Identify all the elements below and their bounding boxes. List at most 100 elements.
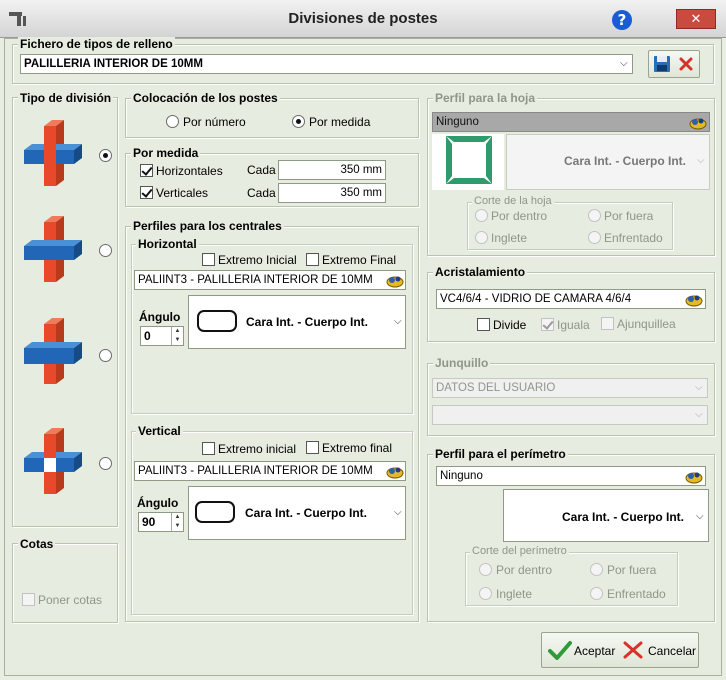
perfiles-centrales-legend: Perfiles para los centrales: [131, 219, 284, 233]
division-radio-4[interactable]: [99, 457, 112, 470]
check-icon: [548, 641, 572, 660]
chevron-down-icon[interactable]: ⌵: [697, 152, 705, 170]
h-profile-field[interactable]: PALIINT3 - PALILLERIA INTERIOR DE 10MM: [134, 270, 406, 290]
spin-up-icon[interactable]: ▲: [171, 327, 183, 336]
division-radio-3[interactable]: [99, 349, 112, 362]
horizontales-checkbox[interactable]: [140, 164, 153, 177]
junquillo-combo[interactable]: DATOS DEL USUARIO: [432, 378, 708, 398]
por-numero-label: Por número: [183, 115, 246, 129]
perimetro-inglete-label: Inglete: [496, 587, 533, 601]
fichero-combo[interactable]: PALILLERIA INTERIOR DE 10MM: [20, 54, 633, 74]
hoja-cara-value: Cara Int. - Cuerpo Int.: [564, 154, 687, 168]
chevron-down-icon[interactable]: ⌵: [394, 313, 402, 331]
por-numero-radio[interactable]: [166, 115, 179, 128]
hoja-por-dentro-radio[interactable]: [475, 209, 488, 222]
v-extremo-final-label: Extremo final: [322, 441, 393, 455]
perimetro-field[interactable]: Ninguno: [436, 466, 706, 486]
close-button[interactable]: ✕: [676, 9, 716, 29]
perimetro-por-fuera-radio[interactable]: [590, 563, 603, 576]
division-radio-2[interactable]: [99, 244, 112, 257]
h-extremo-inicial-checkbox[interactable]: [202, 253, 215, 266]
chevron-down-icon[interactable]: ⌵: [696, 508, 704, 526]
division-cross-split-icon[interactable]: [20, 428, 86, 500]
ajunquillea-checkbox[interactable]: [601, 317, 614, 330]
por-medida-label: Por medida: [309, 115, 371, 129]
glass-browse-icon[interactable]: [684, 291, 704, 307]
hoja-por-fuera-label: Por fuera: [604, 209, 654, 223]
spin-up-icon[interactable]: ▲: [171, 513, 183, 522]
junquillo-legend: Junquillo: [433, 356, 491, 370]
hoja-enfrentado-radio[interactable]: [588, 231, 601, 244]
horizontales-label: Horizontales: [156, 164, 223, 178]
perimetro-enfrentado-radio[interactable]: [590, 587, 603, 600]
perimetro-por-dentro-label: Por dentro: [496, 563, 553, 577]
h-angulo-spinner[interactable]: 0 ▲ ▼: [140, 326, 184, 346]
junquillo-combo-2[interactable]: [432, 405, 708, 425]
spin-down-icon[interactable]: ▼: [171, 522, 183, 531]
profile-shape-icon: [195, 501, 235, 523]
horizontal-legend: Horizontal: [136, 237, 199, 251]
perfil-hoja-field[interactable]: Ninguno: [432, 112, 710, 132]
por-medida-radio[interactable]: [292, 115, 305, 128]
h-angulo-label: Ángulo: [139, 310, 181, 324]
chevron-down-icon[interactable]: ⌵: [695, 406, 703, 424]
chevron-down-icon[interactable]: ⌵: [695, 379, 703, 397]
cancelar-label: Cancelar: [648, 644, 697, 658]
cada-label-v: Cada: [247, 186, 276, 200]
perfil-hoja-value: Ninguno: [436, 116, 479, 128]
v-extremo-final-checkbox[interactable]: [306, 441, 319, 454]
fichero-value: PALILLERIA INTERIOR DE 10MM: [24, 58, 203, 70]
v-profile-value: PALIINT3 - PALILLERIA INTERIOR DE 10MM: [138, 465, 373, 477]
acristalamiento-field[interactable]: VC4/6/4 - VIDRIO DE CAMARA 4/6/4: [436, 289, 706, 309]
chevron-down-icon[interactable]: ⌵: [394, 504, 402, 522]
ajunquillea-label: Ajunquillea: [617, 317, 676, 331]
iguala-label: Iguala: [557, 318, 590, 332]
spin-down-icon[interactable]: ▼: [171, 336, 183, 345]
perfil-perimetro-legend: Perfil para el perímetro: [433, 447, 568, 461]
divide-label: Divide: [493, 318, 527, 332]
horizontales-input[interactable]: 350 mm: [278, 160, 386, 180]
division-cross-overlap-icon[interactable]: [20, 318, 86, 390]
profile-browse-icon[interactable]: [385, 272, 405, 288]
division-cross-vertical-icon[interactable]: [20, 120, 86, 192]
tipo-division-legend: Tipo de división: [18, 91, 114, 105]
perfil-hoja-legend: Perfil para la hoja: [433, 91, 538, 105]
corte-hoja-legend: Corte de la hoja: [472, 195, 554, 208]
delete-icon[interactable]: [678, 56, 694, 72]
h-cara-value: Cara Int. - Cuerpo Int.: [246, 315, 369, 329]
profile-browse-icon[interactable]: [684, 468, 704, 484]
v-extremo-inicial-label: Extremo inicial: [218, 442, 297, 456]
hoja-inglete-radio[interactable]: [475, 231, 488, 244]
por-medida-legend: Por medida: [131, 146, 201, 160]
profile-browse-icon[interactable]: [688, 114, 708, 130]
iguala-checkbox[interactable]: [541, 318, 554, 331]
acristalamiento-legend: Acristalamiento: [433, 265, 528, 279]
acristalamiento-value: VC4/6/4 - VIDRIO DE CAMARA 4/6/4: [440, 293, 632, 305]
perimetro-por-dentro-radio[interactable]: [479, 563, 492, 576]
divide-checkbox[interactable]: [477, 318, 490, 331]
poner-cotas-label: Poner cotas: [38, 593, 103, 607]
chevron-down-icon[interactable]: ⌵: [620, 55, 628, 73]
v-profile-field[interactable]: PALIINT3 - PALILLERIA INTERIOR DE 10MM: [134, 461, 406, 481]
cancel-icon: [623, 641, 643, 659]
perimetro-value: Ninguno: [440, 470, 483, 482]
profile-browse-icon[interactable]: [385, 463, 405, 479]
hoja-enfrentado-label: Enfrentado: [604, 231, 663, 245]
h-extremo-final-label: Extremo Final: [322, 253, 397, 267]
h-extremo-final-checkbox[interactable]: [306, 253, 319, 266]
division-cross-horizontal-icon[interactable]: [20, 216, 86, 288]
verticales-checkbox[interactable]: [140, 186, 153, 199]
verticales-input[interactable]: 350 mm: [278, 183, 386, 203]
help-icon[interactable]: ?: [612, 10, 632, 30]
division-radio-1[interactable]: [99, 149, 112, 162]
save-icon[interactable]: [653, 55, 671, 73]
v-extremo-inicial-checkbox[interactable]: [202, 442, 215, 455]
perimetro-cara-value: Cara Int. - Cuerpo Int.: [562, 510, 685, 524]
v-cara-value: Cara Int. - Cuerpo Int.: [245, 506, 368, 520]
perimetro-inglete-radio[interactable]: [479, 587, 492, 600]
perimetro-por-fuera-label: Por fuera: [607, 563, 657, 577]
cotas-group: [12, 543, 118, 623]
hoja-por-fuera-radio[interactable]: [588, 209, 601, 222]
poner-cotas-checkbox[interactable]: [22, 593, 35, 606]
v-angulo-spinner[interactable]: 90 ▲ ▼: [138, 512, 184, 532]
